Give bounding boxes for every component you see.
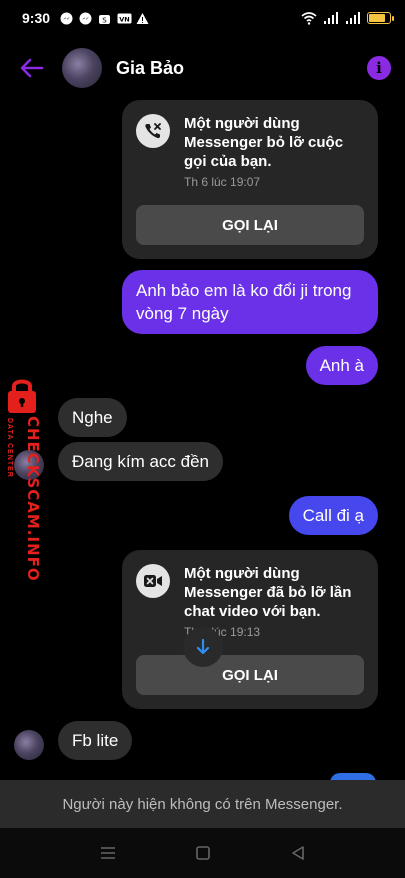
status-bar: 9:30 S VN [0, 0, 405, 36]
watermark-text: CHECKSCAM.INFO [24, 416, 42, 582]
back-nav-button[interactable] [286, 841, 310, 865]
system-icons [301, 11, 394, 25]
missed-call-title: Một người dùng Messenger bỏ lỡ cuộc gọi … [184, 115, 344, 170]
watermark-sub: DATA CENTER [6, 418, 13, 478]
triangle-back-icon [291, 846, 304, 860]
status-time: 9:30 [22, 10, 51, 26]
video-call-back-button[interactable]: GỌI LẠI [136, 655, 364, 695]
message-list[interactable]: Một người dùng Messenger bỏ lỡ cuộc gọi … [0, 100, 405, 780]
contact-name[interactable]: Gia Bảo [116, 58, 184, 79]
missed-video-card: Một người dùng Messenger đã bỏ lỡ lần ch… [122, 550, 378, 709]
menu-icon [100, 847, 115, 859]
notification-icons: S VN [60, 12, 149, 25]
square-icon [195, 846, 210, 860]
wifi-icon [301, 11, 317, 25]
missed-video-title: Một người dùng Messenger đã bỏ lỡ lần ch… [184, 565, 352, 620]
lock-icon [8, 379, 36, 413]
incoming-message[interactable]: Nghe [58, 398, 127, 437]
outgoing-message[interactable]: Anh bảo em là ko đổi ji trong vòng 7 ngà… [122, 270, 378, 334]
arrow-down-icon [196, 639, 210, 655]
unavailable-notice: Người này hiện không có trên Messenger. [0, 780, 405, 828]
missed-call-time: Th 6 lúc 19:07 [184, 175, 261, 189]
arrow-left-icon [20, 58, 44, 78]
contact-avatar[interactable] [62, 48, 102, 88]
incoming-message[interactable]: Fb lite [58, 721, 133, 760]
menu-nav-button[interactable] [96, 841, 120, 865]
vn-icon: VN [117, 12, 132, 25]
missed-call-card: Một người dùng Messenger bỏ lỡ cuộc gọi … [122, 100, 378, 259]
warning-icon [136, 12, 149, 25]
messenger-icon [79, 12, 92, 25]
outgoing-message[interactable]: Call đi ạ [288, 496, 378, 535]
battery-level [369, 14, 386, 22]
system-nav-bar [0, 828, 405, 878]
home-nav-button[interactable] [191, 841, 215, 865]
info-button[interactable]: i [367, 56, 391, 80]
signal-icon [346, 11, 360, 24]
call-back-button[interactable]: GỌI LẠI [136, 205, 364, 245]
sender-avatar[interactable] [14, 730, 44, 760]
info-icon: i [376, 59, 382, 77]
missed-video-icon [136, 564, 170, 598]
battery-icon [367, 12, 394, 24]
scroll-down-button[interactable] [183, 627, 223, 667]
back-button[interactable] [16, 52, 48, 84]
incoming-message[interactable]: Đang kím acc đền [58, 442, 224, 481]
signal-icon [324, 11, 338, 24]
conversation-header: Gia Bảo i [0, 36, 405, 100]
watermark: DATA CENTER CHECKSCAM.INFO [2, 376, 42, 582]
shop-icon: S [98, 12, 111, 25]
messenger-icon [60, 12, 73, 25]
missed-call-icon [136, 114, 170, 148]
outgoing-message[interactable]: Anh à [305, 346, 378, 385]
svg-text:VN: VN [119, 15, 129, 23]
svg-text:S: S [102, 16, 107, 24]
